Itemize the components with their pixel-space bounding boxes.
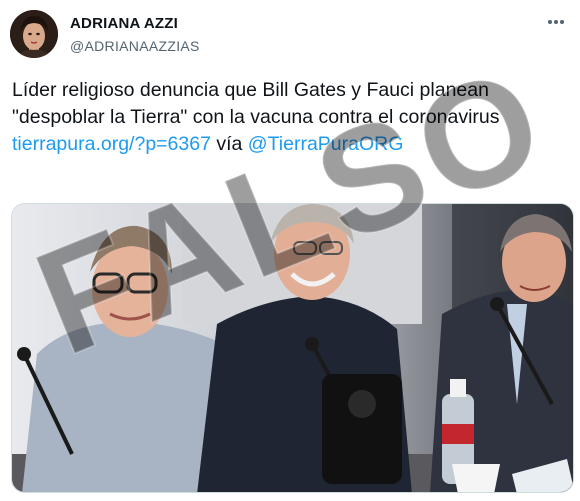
tweet-text-via: vía [210, 133, 248, 155]
tweet-link[interactable]: tierrapura.org/?p=6367 [12, 133, 211, 155]
tweet-text-body: Líder religioso denuncia que Bill Gates … [12, 79, 500, 128]
author-handle[interactable]: @ADRIANAAZZIAS [70, 38, 200, 54]
tweet-photo[interactable] [11, 203, 574, 493]
tweet-mention[interactable]: @TierraPuraORG [248, 133, 404, 155]
more-horizontal-icon [547, 20, 552, 24]
author-display-name[interactable]: ADRIANA AZZI [70, 15, 178, 32]
tweet-card: ADRIANA AZZI @ADRIANAAZZIAS Líder religi… [0, 0, 580, 501]
more-options-button[interactable] [544, 10, 568, 34]
avatar[interactable] [10, 10, 58, 58]
tweet-text: Líder religioso denuncia que Bill Gates … [12, 77, 572, 158]
